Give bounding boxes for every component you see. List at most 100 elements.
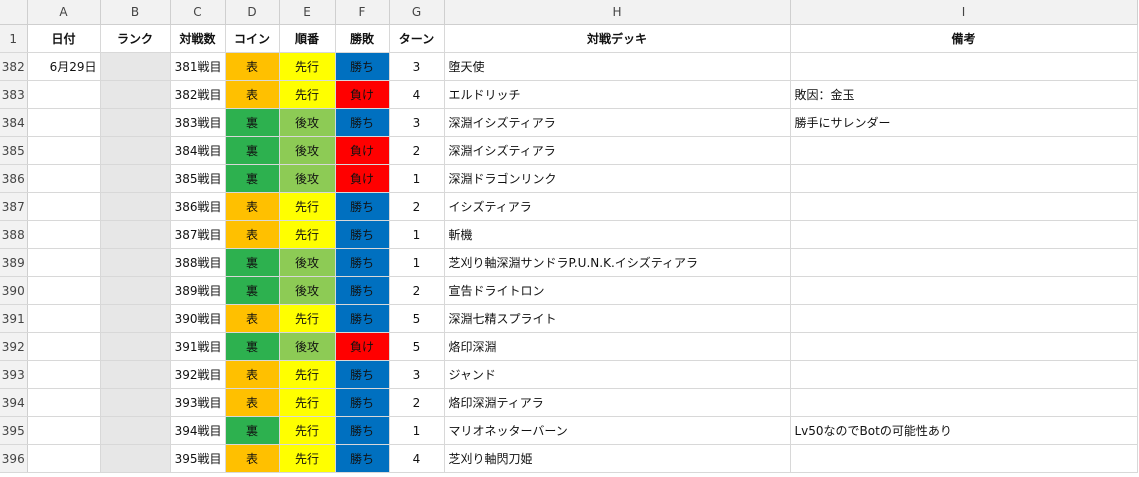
order-cell[interactable]: 先行: [279, 52, 336, 81]
order-cell[interactable]: 後攻: [279, 164, 336, 193]
turns-cell[interactable]: 4: [389, 444, 445, 473]
header-result-cell[interactable]: 勝敗: [335, 24, 390, 53]
coin-cell[interactable]: 表: [225, 80, 280, 109]
rank-cell[interactable]: [100, 360, 171, 389]
row-header[interactable]: 384: [0, 108, 28, 137]
column-header-a[interactable]: A: [27, 0, 101, 25]
notes-cell[interactable]: Lv50なのでBotの可能性あり: [790, 416, 1138, 445]
match-cell[interactable]: 382戦目: [170, 80, 226, 109]
turns-cell[interactable]: 2: [389, 136, 445, 165]
result-cell[interactable]: 負け: [335, 136, 390, 165]
deck-cell[interactable]: マリオネッターバーン: [444, 416, 791, 445]
coin-cell[interactable]: 表: [225, 52, 280, 81]
notes-cell[interactable]: [790, 164, 1138, 193]
order-cell[interactable]: 先行: [279, 220, 336, 249]
date-cell[interactable]: [27, 164, 101, 193]
turns-cell[interactable]: 2: [389, 276, 445, 305]
match-cell[interactable]: 387戦目: [170, 220, 226, 249]
date-cell[interactable]: [27, 388, 101, 417]
date-cell[interactable]: [27, 416, 101, 445]
turns-cell[interactable]: 1: [389, 416, 445, 445]
order-cell[interactable]: 先行: [279, 192, 336, 221]
turns-cell[interactable]: 2: [389, 388, 445, 417]
coin-cell[interactable]: 裏: [225, 164, 280, 193]
date-cell[interactable]: [27, 332, 101, 361]
coin-cell[interactable]: 表: [225, 444, 280, 473]
coin-cell[interactable]: 裏: [225, 332, 280, 361]
match-cell[interactable]: 394戦目: [170, 416, 226, 445]
match-cell[interactable]: 391戦目: [170, 332, 226, 361]
header-rank-cell[interactable]: ランク: [100, 24, 171, 53]
result-cell[interactable]: 負け: [335, 164, 390, 193]
coin-cell[interactable]: 表: [225, 304, 280, 333]
result-cell[interactable]: 勝ち: [335, 52, 390, 81]
rank-cell[interactable]: [100, 52, 171, 81]
rank-cell[interactable]: [100, 444, 171, 473]
date-cell[interactable]: [27, 276, 101, 305]
order-cell[interactable]: 先行: [279, 360, 336, 389]
notes-cell[interactable]: [790, 136, 1138, 165]
order-cell[interactable]: 先行: [279, 80, 336, 109]
result-cell[interactable]: 勝ち: [335, 192, 390, 221]
notes-cell[interactable]: [790, 192, 1138, 221]
match-cell[interactable]: 392戦目: [170, 360, 226, 389]
order-cell[interactable]: 先行: [279, 444, 336, 473]
deck-cell[interactable]: 深淵七精スプライト: [444, 304, 791, 333]
row-header[interactable]: 395: [0, 416, 28, 445]
match-cell[interactable]: 381戦目: [170, 52, 226, 81]
match-cell[interactable]: 383戦目: [170, 108, 226, 137]
deck-cell[interactable]: イシズティアラ: [444, 192, 791, 221]
column-header-d[interactable]: D: [225, 0, 280, 25]
notes-cell[interactable]: [790, 388, 1138, 417]
rank-cell[interactable]: [100, 276, 171, 305]
turns-cell[interactable]: 4: [389, 80, 445, 109]
order-cell[interactable]: 後攻: [279, 276, 336, 305]
coin-cell[interactable]: 表: [225, 192, 280, 221]
result-cell[interactable]: 勝ち: [335, 444, 390, 473]
rank-cell[interactable]: [100, 80, 171, 109]
column-header-h[interactable]: H: [444, 0, 791, 25]
notes-cell[interactable]: [790, 360, 1138, 389]
header-turns-cell[interactable]: ターン: [389, 24, 445, 53]
notes-cell[interactable]: [790, 444, 1138, 473]
deck-cell[interactable]: 深淵イシズティアラ: [444, 108, 791, 137]
row-header[interactable]: 396: [0, 444, 28, 473]
order-cell[interactable]: 後攻: [279, 332, 336, 361]
row-header[interactable]: 1: [0, 24, 28, 53]
date-cell[interactable]: [27, 108, 101, 137]
deck-cell[interactable]: 烙印深淵: [444, 332, 791, 361]
result-cell[interactable]: 負け: [335, 80, 390, 109]
coin-cell[interactable]: 表: [225, 388, 280, 417]
row-header[interactable]: 394: [0, 388, 28, 417]
deck-cell[interactable]: 深淵ドラゴンリンク: [444, 164, 791, 193]
order-cell[interactable]: 先行: [279, 304, 336, 333]
turns-cell[interactable]: 3: [389, 360, 445, 389]
match-cell[interactable]: 384戦目: [170, 136, 226, 165]
order-cell[interactable]: 先行: [279, 416, 336, 445]
select-all-corner[interactable]: [0, 0, 28, 25]
deck-cell[interactable]: 斬機: [444, 220, 791, 249]
date-cell[interactable]: [27, 80, 101, 109]
order-cell[interactable]: 後攻: [279, 136, 336, 165]
result-cell[interactable]: 負け: [335, 332, 390, 361]
row-header[interactable]: 383: [0, 80, 28, 109]
turns-cell[interactable]: 2: [389, 192, 445, 221]
date-cell[interactable]: [27, 192, 101, 221]
match-cell[interactable]: 389戦目: [170, 276, 226, 305]
turns-cell[interactable]: 1: [389, 164, 445, 193]
date-cell[interactable]: [27, 248, 101, 277]
notes-cell[interactable]: 敗因：金玉: [790, 80, 1138, 109]
match-cell[interactable]: 390戦目: [170, 304, 226, 333]
deck-cell[interactable]: ジャンド: [444, 360, 791, 389]
column-header-e[interactable]: E: [279, 0, 336, 25]
rank-cell[interactable]: [100, 108, 171, 137]
column-header-f[interactable]: F: [335, 0, 390, 25]
deck-cell[interactable]: 芝刈り軸閃刀姫: [444, 444, 791, 473]
order-cell[interactable]: 後攻: [279, 108, 336, 137]
match-cell[interactable]: 386戦目: [170, 192, 226, 221]
row-header[interactable]: 382: [0, 52, 28, 81]
turns-cell[interactable]: 1: [389, 248, 445, 277]
column-header-b[interactable]: B: [100, 0, 171, 25]
notes-cell[interactable]: [790, 332, 1138, 361]
row-header[interactable]: 385: [0, 136, 28, 165]
